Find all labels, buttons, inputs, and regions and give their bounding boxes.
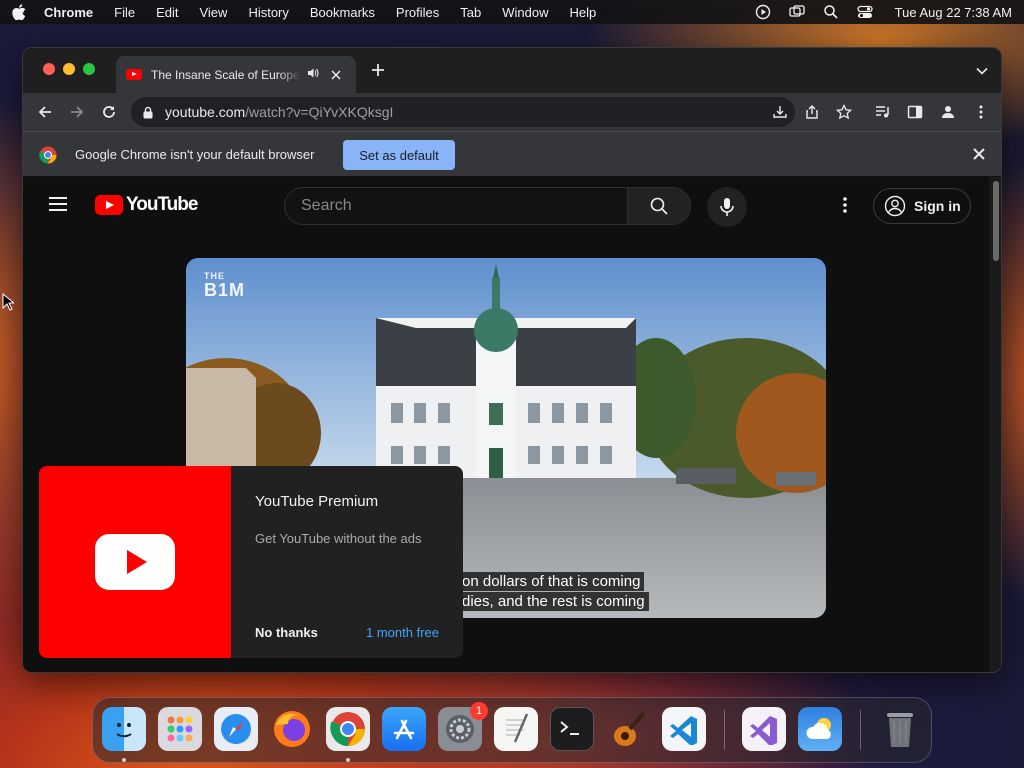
terminal-icon[interactable]: [550, 707, 594, 751]
youtube-page: YouTube Search Sign in THE B1M on dollar…: [23, 177, 1001, 672]
set-as-default-button[interactable]: Set as default: [343, 140, 455, 170]
dock: 1: [92, 697, 932, 763]
forward-button[interactable]: [67, 102, 87, 122]
menu-bar: Chrome File Edit View History Bookmarks …: [0, 0, 1024, 24]
url-text[interactable]: youtube.com/watch?v=QiYvXKQksgI: [165, 104, 393, 120]
safari-icon[interactable]: [214, 707, 258, 751]
youtube-wordmark: YouTube: [126, 194, 198, 215]
system-settings-icon[interactable]: 1: [438, 702, 488, 751]
media-queue-icon[interactable]: [875, 104, 891, 120]
sign-in-label: Sign in: [914, 198, 961, 214]
caption-line-2: dies, and the rest is coming: [458, 592, 649, 611]
youtube-premium-promo: YouTube Premium Get YouTube without the …: [39, 466, 463, 658]
profile-icon[interactable]: [940, 104, 956, 120]
side-panel-icon[interactable]: [907, 104, 923, 120]
tab-search-chevron-icon[interactable]: [975, 64, 989, 78]
tab-youtube-video[interactable]: The Insane Scale of Europe's: [116, 56, 356, 93]
video-watermark: THE B1M: [204, 272, 245, 300]
garageband-icon[interactable]: [606, 707, 650, 751]
search-icon: [650, 197, 668, 215]
menu-tab[interactable]: Tab: [460, 5, 481, 20]
url-domain: youtube.com: [165, 104, 246, 120]
chrome-logo-icon: [39, 146, 57, 164]
media-play-icon[interactable]: [755, 4, 771, 20]
new-tab-button[interactable]: [368, 61, 388, 81]
search-button[interactable]: [627, 187, 691, 225]
user-account-icon: [884, 195, 906, 217]
one-month-free-button[interactable]: 1 month free: [366, 625, 439, 640]
settings-kebab-icon[interactable]: [835, 195, 855, 215]
close-tab-icon[interactable]: [329, 67, 343, 83]
apple-menu-icon[interactable]: [12, 4, 26, 20]
audio-playing-icon[interactable]: [307, 67, 321, 82]
menu-help[interactable]: Help: [570, 5, 597, 20]
infobar-message: Google Chrome isn't your default browser: [75, 147, 315, 162]
menu-app-name[interactable]: Chrome: [44, 5, 93, 20]
spotlight-search-icon[interactable]: [823, 4, 839, 20]
search-placeholder: Search: [301, 197, 352, 214]
vscode-icon[interactable]: [662, 707, 706, 751]
chrome-window: The Insane Scale of Europe's youtube.com…: [22, 47, 1002, 673]
trash-icon[interactable]: [878, 707, 922, 751]
menu-window[interactable]: Window: [502, 5, 548, 20]
youtube-header: YouTube Search Sign in: [23, 177, 989, 233]
minimize-window-button[interactable]: [63, 63, 75, 75]
voice-search-button[interactable]: [707, 187, 747, 227]
install-app-icon[interactable]: [772, 104, 788, 120]
url-path: /watch?v=QiYvXKQksgI: [245, 104, 394, 120]
menu-file[interactable]: File: [114, 5, 135, 20]
promo-title: YouTube Premium: [255, 493, 379, 510]
promo-subtitle: Get YouTube without the ads: [255, 531, 422, 546]
browser-toolbar: youtube.com/watch?v=QiYvXKQksgI: [23, 93, 1001, 131]
tab-strip: The Insane Scale of Europe's: [23, 48, 1001, 93]
bookmark-star-icon[interactable]: [836, 104, 852, 120]
menu-history[interactable]: History: [248, 5, 288, 20]
textedit-icon[interactable]: [494, 707, 538, 751]
address-bar[interactable]: youtube.com/watch?v=QiYvXKQksgI: [131, 97, 795, 127]
caption-line-1: on dollars of that is coming: [458, 572, 645, 591]
chrome-menu-icon[interactable]: [973, 104, 989, 120]
app-store-icon[interactable]: [382, 707, 426, 751]
settings-notification-badge: 1: [470, 702, 488, 720]
firefox-icon[interactable]: [270, 707, 314, 751]
menu-edit[interactable]: Edit: [156, 5, 178, 20]
close-infobar-icon[interactable]: [971, 146, 987, 162]
back-button[interactable]: [35, 102, 55, 122]
chrome-icon[interactable]: [326, 707, 370, 751]
window-controls: [43, 63, 95, 75]
youtube-play-icon: [95, 534, 175, 590]
default-browser-infobar: Google Chrome isn't your default browser…: [23, 131, 1001, 177]
screen-mirroring-icon[interactable]: [789, 4, 805, 20]
zoom-window-button[interactable]: [83, 63, 95, 75]
menu-profiles[interactable]: Profiles: [396, 5, 439, 20]
mouse-pointer-icon: [2, 293, 14, 311]
close-window-button[interactable]: [43, 63, 55, 75]
visual-studio-icon[interactable]: [742, 707, 786, 751]
page-scrollbar[interactable]: [989, 177, 1001, 672]
guide-menu-icon[interactable]: [49, 197, 67, 211]
finder-icon[interactable]: [102, 707, 146, 751]
control-center-icon[interactable]: [857, 4, 873, 20]
youtube-play-logo-icon: [95, 195, 123, 215]
search-input[interactable]: Search: [284, 187, 628, 225]
share-icon[interactable]: [804, 104, 820, 120]
scrollbar-thumb[interactable]: [993, 181, 999, 261]
microphone-icon: [720, 198, 734, 216]
menu-bookmarks[interactable]: Bookmarks: [310, 5, 375, 20]
lock-icon[interactable]: [143, 105, 155, 119]
reload-button[interactable]: [99, 102, 119, 122]
youtube-logo[interactable]: YouTube: [95, 194, 198, 216]
tab-title: The Insane Scale of Europe's: [151, 67, 301, 82]
weather-icon[interactable]: [798, 707, 842, 751]
watermark-bottom: B1M: [204, 280, 246, 300]
promo-artwork: [39, 466, 231, 658]
youtube-favicon-icon: [126, 69, 142, 80]
launchpad-icon[interactable]: [158, 707, 202, 751]
no-thanks-button[interactable]: No thanks: [255, 625, 318, 640]
menu-view[interactable]: View: [199, 5, 227, 20]
menubar-clock[interactable]: Tue Aug 22 7:38 AM: [895, 5, 1012, 20]
sign-in-button[interactable]: Sign in: [873, 188, 971, 224]
